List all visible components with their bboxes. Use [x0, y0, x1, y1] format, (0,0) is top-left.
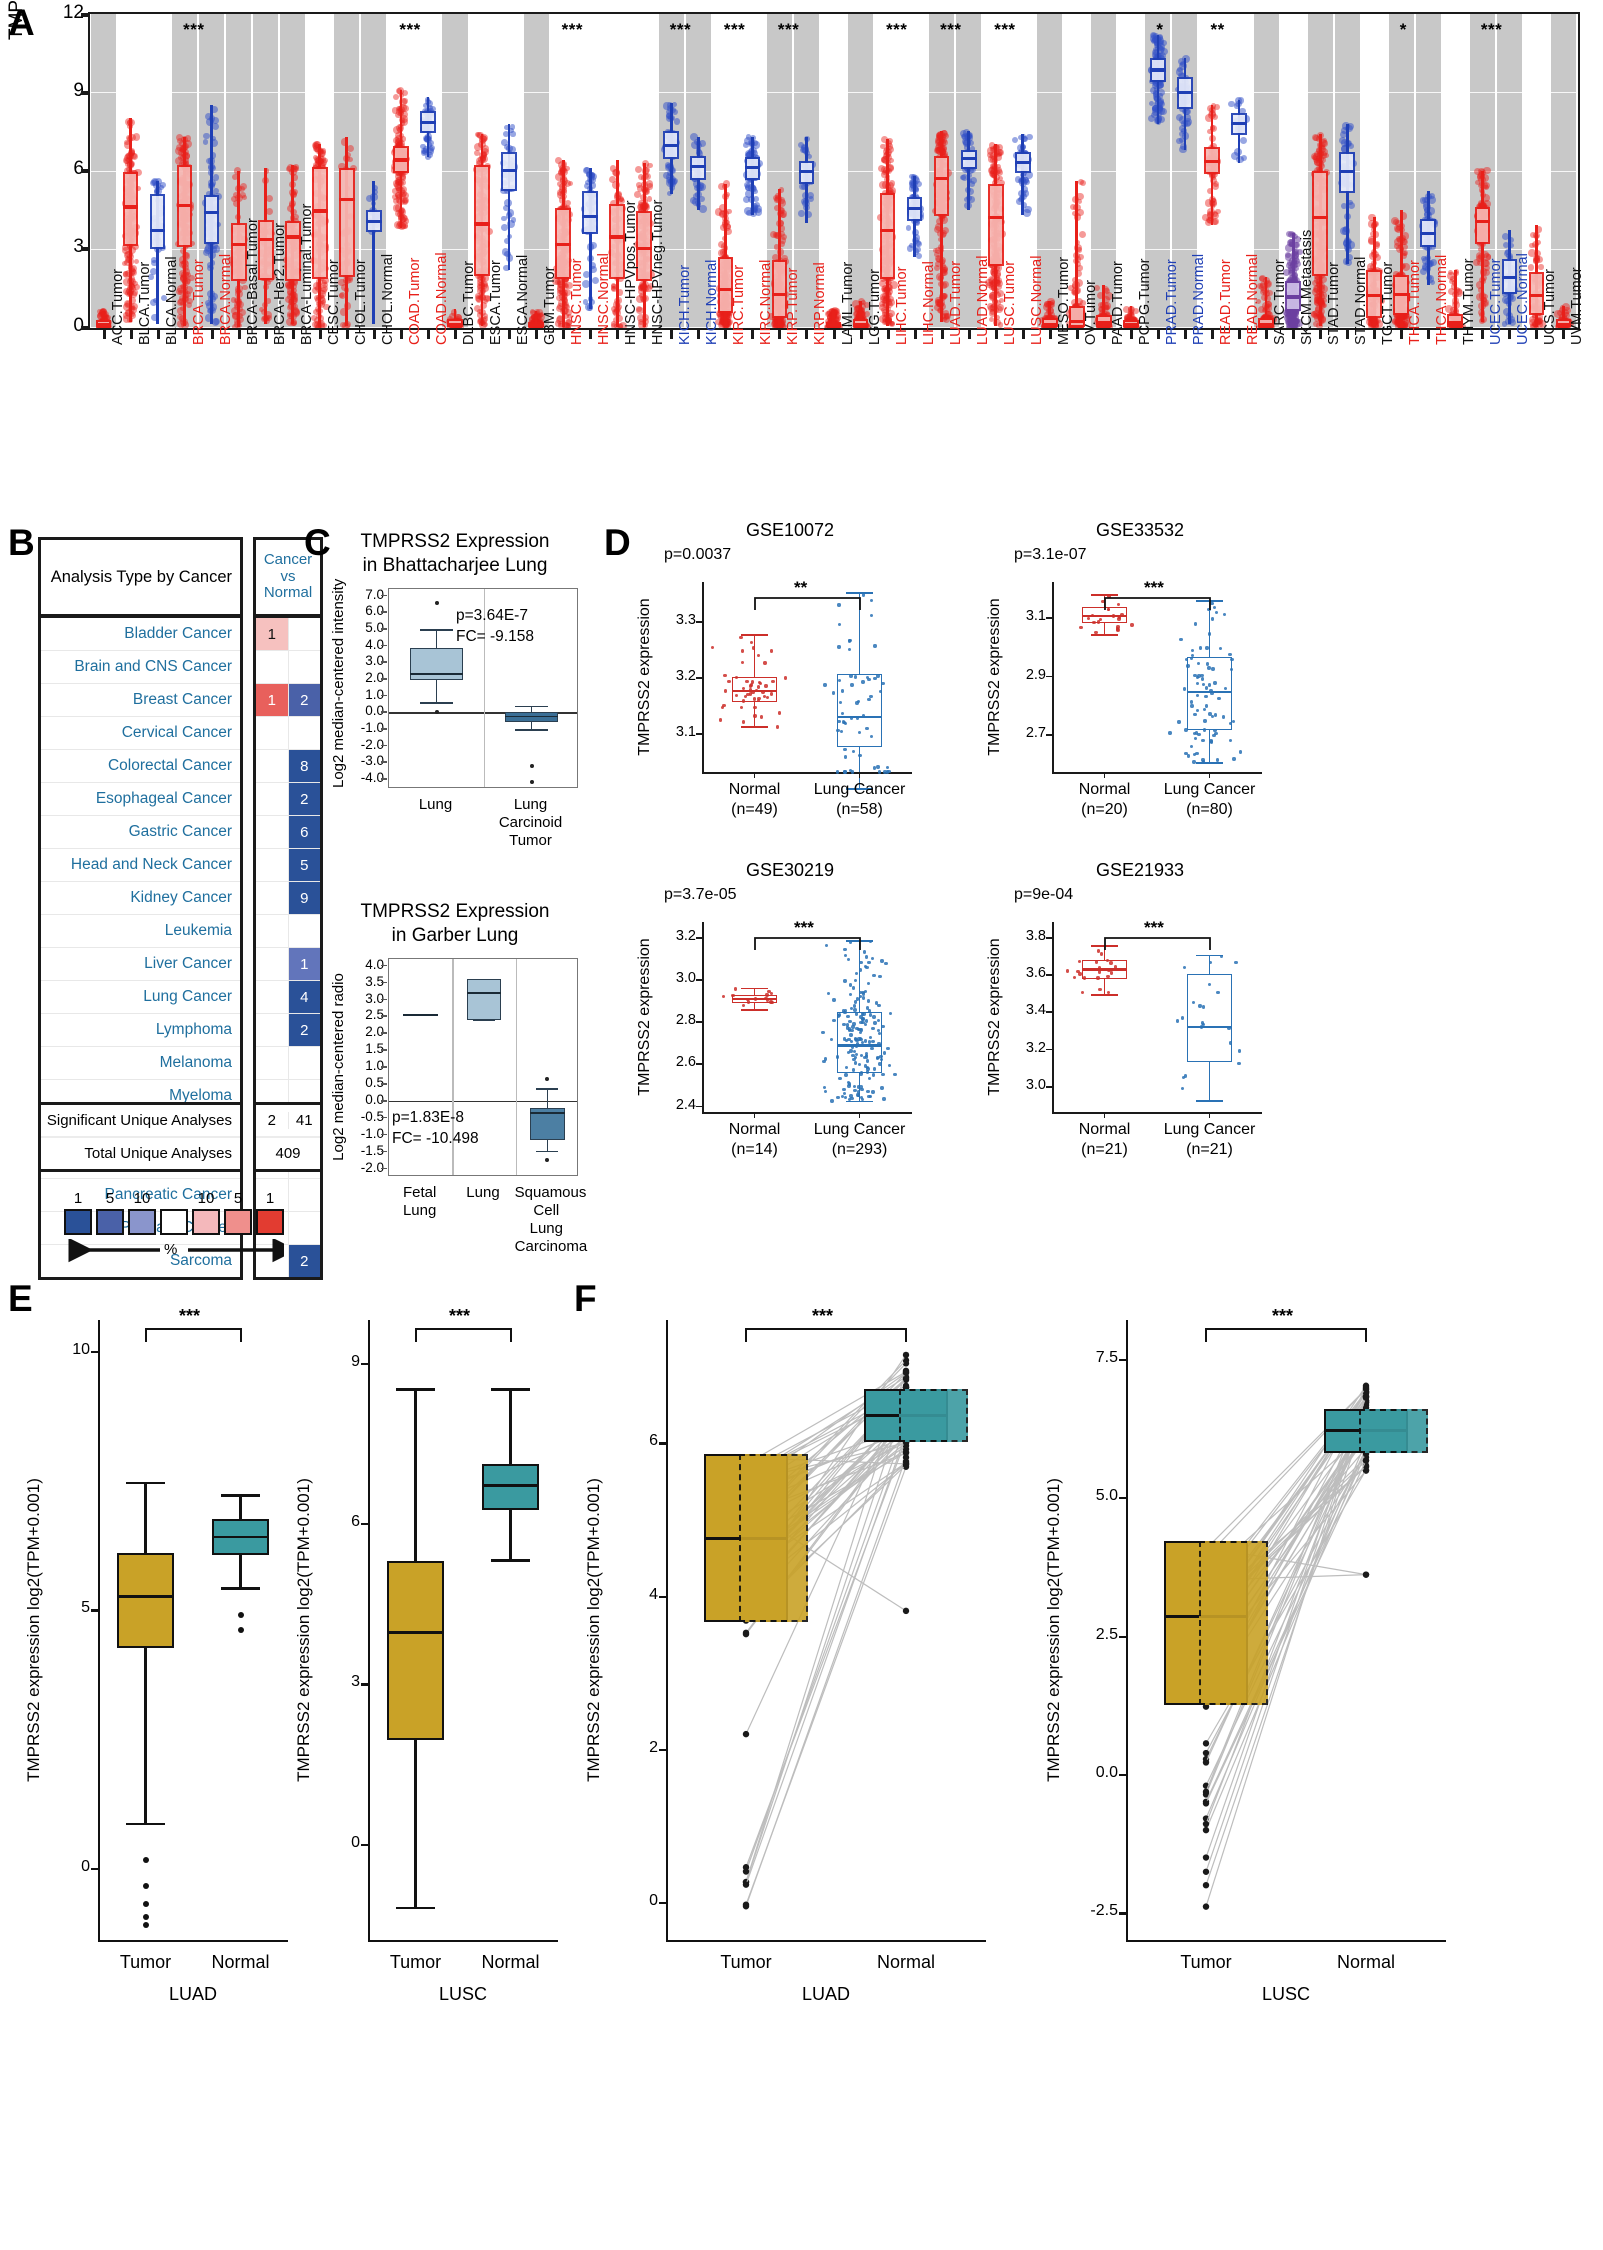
panel-a-median-line [1231, 121, 1247, 126]
panel-a-box [203, 195, 220, 244]
panel-a: A TMPRSS2 Expression Level (log2 TPM) 12… [0, 0, 1603, 500]
panel-a-data-point [798, 210, 805, 217]
panel-a-median-line [690, 164, 707, 169]
panel-a-data-point [905, 225, 912, 231]
panel-a-data-point [1078, 231, 1086, 239]
panel-a-data-point [175, 133, 183, 141]
panel-a-data-point [1228, 100, 1235, 107]
panel-a-whisker [1021, 133, 1025, 215]
panel-a-data-point [987, 151, 994, 159]
panel-a-median-line [176, 204, 193, 208]
panel-a-data-point [1322, 152, 1329, 159]
panel-a-median-line [933, 176, 950, 180]
panel-a-whisker [372, 180, 376, 325]
panel-a-median-line [663, 144, 680, 148]
panel-a-data-point [690, 197, 697, 204]
panel-a-median-line [960, 157, 977, 161]
panel-a-median-line [825, 324, 842, 328]
panel-a-median-line [1177, 90, 1193, 94]
panel-a-whisker [507, 123, 511, 270]
panel-a-data-point [1011, 137, 1019, 144]
panel-a-data-point [203, 132, 210, 139]
panel-a-median-line [798, 170, 815, 174]
panel-a-data-point [420, 143, 426, 149]
panel-a-median-line [906, 206, 923, 210]
panel-a-data-point [428, 144, 436, 152]
panel-a-median-line [501, 168, 517, 173]
panel-a-median-line [95, 322, 112, 326]
panel-a-data-point [753, 196, 759, 202]
panel-a-median-line [122, 205, 139, 209]
panel-a-median-line [366, 219, 382, 223]
panel-a-data-point [1240, 136, 1248, 144]
panel-a-box [987, 183, 1004, 266]
panel-a-whisker [1075, 180, 1079, 327]
panel-a-data-point [401, 90, 409, 97]
panel-a-data-point [202, 139, 209, 146]
panel-a-data-point [1079, 180, 1087, 187]
panel-a-data-point [121, 260, 127, 266]
panel-a-whisker [1291, 233, 1295, 327]
panel-a-median-line [879, 228, 896, 233]
panel-a-median-line [1014, 161, 1031, 165]
panel-a-box [149, 193, 166, 249]
panel-a-box [933, 156, 950, 217]
panel-a-median-line [1312, 215, 1328, 220]
panel-a-median-line [582, 214, 598, 218]
panel-a-median-line [1150, 68, 1166, 72]
panel-a-y-axis-label: TMPRSS2 Expression Level (log2 TPM) [6, 0, 28, 40]
panel-a-box [582, 191, 598, 235]
panel-a-median-line [987, 215, 1004, 220]
panel-a-median-line [744, 166, 761, 170]
panel-a-median-line [203, 210, 220, 214]
panel-a-whisker [967, 131, 971, 210]
panel-a-median-line [149, 228, 166, 233]
panel-a-median-line [474, 222, 490, 226]
panel-a-data-point [726, 208, 732, 215]
panel-a-data-point [997, 175, 1003, 182]
panel-a-gridline [90, 92, 1578, 94]
panel-a-data-point [239, 191, 246, 198]
panel-a-median-line [1339, 170, 1356, 174]
panel-a-data-point [509, 124, 516, 130]
panel-a-median-line [393, 158, 409, 162]
panel-a-median-line [420, 120, 436, 124]
panel-a-box [122, 171, 139, 247]
panel-a-median-line [1204, 159, 1220, 163]
panel-a-data-point [1026, 133, 1033, 141]
panel-a-median-line [555, 243, 571, 247]
panel-a-whisker [1345, 123, 1349, 265]
panel-a-data-point [401, 192, 409, 200]
panel-a-data-point [1240, 155, 1248, 162]
panel-a-data-point [160, 182, 167, 188]
panel-a-data-point [212, 245, 220, 253]
panel-a-data-point [392, 180, 399, 187]
panel-a-data-point [634, 166, 642, 174]
panel-a-median-line [339, 197, 355, 201]
panel-a-whisker [588, 167, 592, 309]
